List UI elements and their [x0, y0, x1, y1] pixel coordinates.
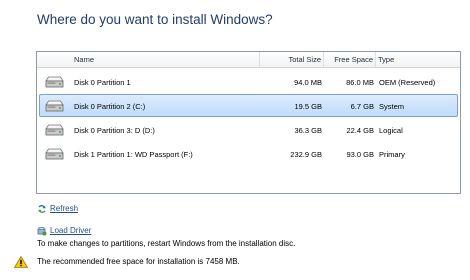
- partition-name: Disk 0 Partition 3: D (D:): [74, 126, 155, 135]
- partition-row[interactable]: Disk 0 Partition 3: D (D:) 36.3 GB 22.4 GB…: [39, 118, 458, 141]
- list-header: Name Total Size Free Space Type: [37, 52, 460, 68]
- partition-list[interactable]: Name Total Size Free Space Type Disk 0 P…: [36, 51, 461, 194]
- partition-type: OEM (Reserved): [379, 78, 436, 87]
- warning-message: The recommended free space for installat…: [37, 257, 240, 266]
- partition-free-space: 6.7 GB: [350, 102, 374, 111]
- partition-type: Logical: [379, 126, 403, 135]
- partition-name: Disk 1 Partition 1: WD Passport (F:): [74, 150, 193, 159]
- partition-row[interactable]: Disk 0 Partition 2 (C:) 19.5 GB 6.7 GB Syst…: [39, 94, 458, 117]
- refresh-link-group[interactable]: Refresh: [37, 204, 97, 216]
- hard-drive-icon: [45, 100, 64, 112]
- column-header-name[interactable]: Name: [74, 55, 94, 64]
- hard-drive-icon: [45, 124, 64, 136]
- hard-drive-icon: [45, 76, 64, 88]
- partition-name: Disk 0 Partition 2 (C:): [74, 102, 146, 111]
- partition-total-size: 232.9 GB: [290, 150, 322, 159]
- partition-type: System: [379, 102, 405, 111]
- restart-message: To make changes to partitions, restart W…: [37, 239, 296, 248]
- refresh-icon: [38, 205, 46, 213]
- partition-total-size: 36.3 GB: [294, 126, 322, 135]
- partition-total-size: 94.0 MB: [294, 78, 322, 87]
- column-header-free-space[interactable]: Free Space: [325, 55, 373, 64]
- partition-type: Primary: [379, 150, 405, 159]
- column-header-type[interactable]: Type: [378, 55, 394, 64]
- partition-free-space: 93.0 GB: [346, 150, 374, 159]
- refresh-link[interactable]: Refresh: [50, 204, 78, 213]
- partition-row[interactable]: Disk 0 Partition 1 94.0 MB 86.0 MB OEM (Res…: [39, 70, 458, 93]
- partition-name: Disk 0 Partition 1: [74, 78, 131, 87]
- load-driver-icon: [37, 227, 47, 236]
- partition-total-size: 19.5 GB: [294, 102, 322, 111]
- partition-free-space: 86.0 MB: [346, 78, 374, 87]
- hard-drive-icon: [45, 148, 64, 160]
- page-title: Where do you want to install Windows?: [37, 12, 273, 27]
- warning-icon: [14, 256, 28, 268]
- partition-free-space: 22.4 GB: [346, 126, 374, 135]
- load-driver-link-group[interactable]: Load Driver: [37, 226, 107, 238]
- partition-row[interactable]: Disk 1 Partition 1: WD Passport (F:) 232.…: [39, 142, 458, 165]
- load-driver-link[interactable]: Load Driver: [50, 226, 91, 235]
- column-header-total-size[interactable]: Total Size: [267, 55, 321, 64]
